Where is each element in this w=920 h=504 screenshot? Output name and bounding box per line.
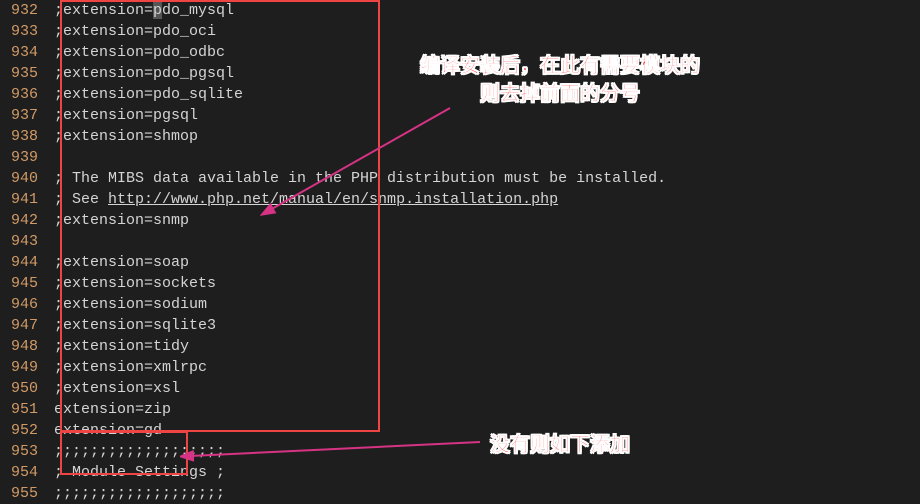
line-number: 942 (6, 210, 38, 231)
annotation-remove-semicolon: 编译安装后，在此有需要模块的 则去掉前面的分号 (420, 52, 700, 108)
line-number: 939 (6, 147, 38, 168)
code-line[interactable]: ;extension=xmlrpc (54, 357, 666, 378)
code-line[interactable]: ;extension=shmop (54, 126, 666, 147)
annotation-add-if-missing: 没有则如下添加 (490, 428, 630, 457)
code-line[interactable]: ;extension=pdo_oci (54, 21, 666, 42)
line-number: 947 (6, 315, 38, 336)
line-number: 944 (6, 252, 38, 273)
line-number: 948 (6, 336, 38, 357)
line-number: 950 (6, 378, 38, 399)
code-line[interactable]: ;extension=xsl (54, 378, 666, 399)
line-number: 938 (6, 126, 38, 147)
line-number: 937 (6, 105, 38, 126)
line-number: 953 (6, 441, 38, 462)
code-line[interactable]: ; The MIBS data available in the PHP dis… (54, 168, 666, 189)
code-line[interactable]: ;extension=sodium (54, 294, 666, 315)
line-number: 946 (6, 294, 38, 315)
code-line[interactable]: ;extension=sqlite3 (54, 315, 666, 336)
code-line[interactable]: ;;;;;;;;;;;;;;;;;;; (54, 483, 666, 504)
code-line[interactable]: ;extension=soap (54, 252, 666, 273)
line-number: 934 (6, 42, 38, 63)
line-number: 949 (6, 357, 38, 378)
line-number: 951 (6, 399, 38, 420)
code-line[interactable]: extension=zip (54, 399, 666, 420)
code-line[interactable] (54, 231, 666, 252)
line-number-gutter: 9329339349359369379389399409419429439449… (0, 0, 48, 504)
code-line[interactable]: ;extension=pgsql (54, 105, 666, 126)
code-line[interactable]: ;extension=tidy (54, 336, 666, 357)
line-number: 933 (6, 21, 38, 42)
line-number: 935 (6, 63, 38, 84)
line-number: 941 (6, 189, 38, 210)
line-number: 945 (6, 273, 38, 294)
line-number: 954 (6, 462, 38, 483)
code-line[interactable]: ;extension=pdo_mysql (54, 0, 666, 21)
line-number: 955 (6, 483, 38, 504)
code-line[interactable]: ;extension=sockets (54, 273, 666, 294)
code-line[interactable]: ; See http://www.php.net/manual/en/snmp.… (54, 189, 666, 210)
line-number: 940 (6, 168, 38, 189)
code-line[interactable]: ; Module Settings ; (54, 462, 666, 483)
line-number: 936 (6, 84, 38, 105)
code-line[interactable]: ;extension=snmp (54, 210, 666, 231)
line-number: 952 (6, 420, 38, 441)
cursor: p (153, 2, 162, 19)
line-number: 943 (6, 231, 38, 252)
line-number: 932 (6, 0, 38, 21)
code-line[interactable] (54, 147, 666, 168)
url-link[interactable]: http://www.php.net/manual/en/snmp.instal… (108, 191, 558, 208)
